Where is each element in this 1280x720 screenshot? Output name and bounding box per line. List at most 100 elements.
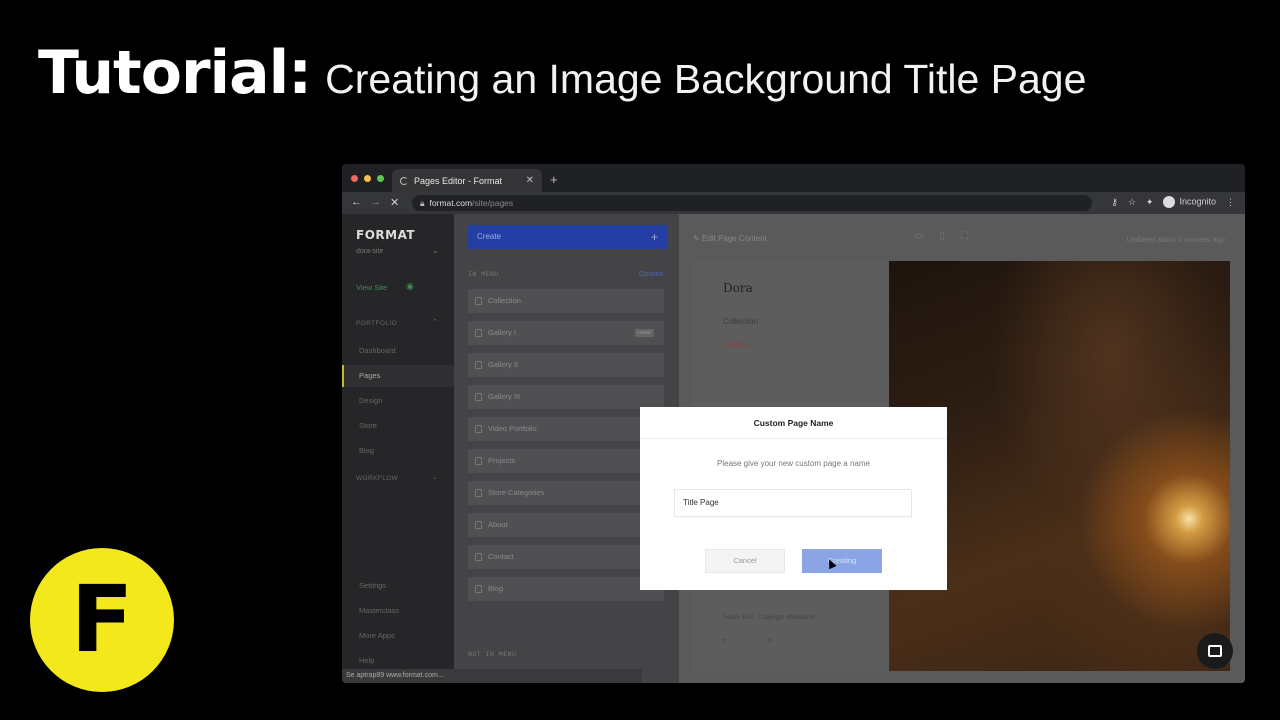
sidebar-item-settings[interactable]: Settings [342, 575, 454, 597]
sidebar-item-store[interactable]: Store [342, 415, 454, 437]
maximize-window-button[interactable] [377, 175, 384, 182]
page-item[interactable]: Store Categories [468, 481, 664, 505]
minimize-window-button[interactable] [364, 175, 371, 182]
format-brand[interactable]: FORMAT [356, 228, 415, 242]
sidebar-item-pages[interactable]: Pages [342, 365, 454, 387]
page-name-input[interactable]: Title Page [674, 489, 912, 517]
sidebar-item-masterclass[interactable]: Masterclass [342, 600, 454, 622]
page-content: FORMAT dora-site ⌄ View Site ◉ PORTFOLIO… [342, 214, 1245, 683]
desktop-icon[interactable]: ▭ [914, 231, 923, 242]
page-icon [475, 361, 482, 369]
page-icon [475, 393, 482, 401]
close-window-button[interactable] [351, 175, 358, 182]
preview-nav-link[interactable]: Collection [723, 317, 758, 326]
loading-icon [400, 176, 408, 185]
social-icons: ♥ f ✉ ··· [723, 638, 826, 644]
back-icon[interactable]: ← [351, 196, 362, 208]
profile-button[interactable]: Incognito [1163, 196, 1216, 208]
close-tab-icon[interactable]: ✕ [526, 175, 534, 186]
forward-icon[interactable]: → [370, 196, 381, 208]
logo-letter: F [70, 566, 134, 673]
options-link[interactable]: Options [639, 271, 663, 278]
in-menu-label: IN MENU [468, 271, 499, 278]
key-icon[interactable]: ⚷ [1111, 197, 1118, 208]
chevron-down-icon[interactable]: ⌄ [432, 473, 438, 481]
page-item-label: Gallery II [488, 360, 519, 369]
page-item-label: Collection [488, 296, 521, 305]
page-icon [475, 521, 482, 529]
tutorial-heading: Tutorial: Creating an Image Background Ti… [38, 38, 1086, 108]
chevron-up-icon[interactable]: ⌃ [432, 318, 438, 326]
page-item[interactable]: About [468, 513, 664, 537]
page-item[interactable]: Blog [468, 577, 664, 601]
page-icon [475, 297, 482, 305]
page-item[interactable]: Projects [468, 449, 664, 473]
browser-actions: ⚷ ☆ ✦ Incognito ⋮ [1111, 196, 1235, 208]
chevron-down-icon[interactable]: ⌄ [432, 246, 439, 255]
profile-label: Incognito [1179, 196, 1216, 207]
edit-label: Edit Page Content [701, 234, 767, 243]
star-icon[interactable]: ☆ [1128, 197, 1136, 208]
custom-page-name-dialog: Custom Page Name Please give your new cu… [640, 407, 947, 590]
edit-page-content-button[interactable]: ✎ Edit Page Content [693, 234, 767, 243]
preview-footer-text: Footer Text - Copyright information [723, 615, 816, 621]
url-path: /site/pages [472, 198, 514, 208]
sidebar-item-blog[interactable]: Blog [342, 440, 454, 462]
page-item-label: Video Portfolio [488, 424, 537, 433]
page-item[interactable]: Gallery III [468, 385, 664, 409]
page-item-label: Store Categories [488, 488, 545, 497]
page-icon [475, 585, 482, 593]
extension-icon[interactable]: ✦ [1146, 197, 1154, 208]
browser-menu-icon[interactable]: ⋮ [1226, 197, 1235, 208]
sidebar-item-design[interactable]: Design [342, 390, 454, 412]
fullscreen-icon[interactable]: ⛶ [961, 231, 968, 242]
page-icon [475, 425, 482, 433]
browser-window: Pages Editor - Format ✕ + ← → ✕ 🔒︎ format… [342, 164, 1245, 683]
workflow-section[interactable]: WORKFLOW [356, 475, 398, 482]
format-logo: F [30, 548, 174, 692]
page-item[interactable]: Contact [468, 545, 664, 569]
cancel-button[interactable]: Cancel [705, 549, 785, 573]
url-domain: format.com [429, 198, 473, 208]
not-in-menu-label: NOT IN MENU [468, 651, 517, 658]
heading-subtitle: Creating an Image Background Title Page [325, 56, 1087, 102]
page-item[interactable]: Gallery I HOME [468, 321, 664, 345]
preview-nav-link[interactable]: Gallery I [723, 340, 753, 349]
lock-icon: 🔒︎ [420, 198, 425, 208]
page-icon [475, 489, 482, 497]
tab-strip: Pages Editor - Format ✕ + [342, 164, 1245, 192]
address-bar: ← → ✕ 🔒︎ format.com/site/pages ⚷ ☆ ✦ Inco… [342, 192, 1245, 214]
page-item[interactable]: Collection [468, 289, 664, 313]
eye-icon[interactable]: ◉ [406, 281, 414, 292]
page-item[interactable]: Gallery II [468, 353, 664, 377]
new-tab-icon[interactable]: + [550, 172, 558, 187]
page-item[interactable]: Video Portfolio [468, 417, 664, 441]
page-icon [475, 553, 482, 561]
video-frame: Tutorial: Creating an Image Background Ti… [0, 0, 1280, 720]
portfolio-section[interactable]: PORTFOLIO [356, 320, 397, 327]
sidebar-item-more-apps[interactable]: More Apps [342, 625, 454, 647]
sidebar: FORMAT dora-site ⌄ View Site ◉ PORTFOLIO… [342, 214, 454, 683]
page-item-label: Gallery III [488, 392, 521, 401]
site-selector[interactable]: dora-site [356, 248, 383, 255]
page-item-label: About [488, 520, 508, 529]
page-item-label: Blog [488, 584, 504, 593]
page-item-label: Gallery I [488, 328, 516, 337]
page-icon [475, 329, 482, 337]
page-item-label: Contact [488, 552, 514, 561]
mobile-icon[interactable]: ▯ [939, 231, 945, 242]
device-toggle: ▭ ▯ ⛶ [914, 231, 1004, 242]
create-page-button[interactable]: Create + [468, 225, 667, 249]
create-label: Create [477, 232, 502, 241]
view-site-link[interactable]: View Site [356, 283, 387, 292]
url-field[interactable]: 🔒︎ format.com/site/pages [412, 195, 1092, 211]
sidebar-item-dashboard[interactable]: Dashboard [342, 340, 454, 362]
chat-button[interactable] [1197, 633, 1233, 669]
dialog-prompt: Please give your new custom page a name [717, 459, 870, 468]
stop-loading-icon[interactable]: ✕ [390, 196, 399, 209]
browser-tab[interactable]: Pages Editor - Format ✕ [392, 169, 542, 192]
heading-bold: Tutorial: [38, 38, 312, 108]
create-button[interactable]: Creating [802, 549, 882, 573]
page-icon [475, 457, 482, 465]
incognito-icon [1163, 196, 1176, 208]
